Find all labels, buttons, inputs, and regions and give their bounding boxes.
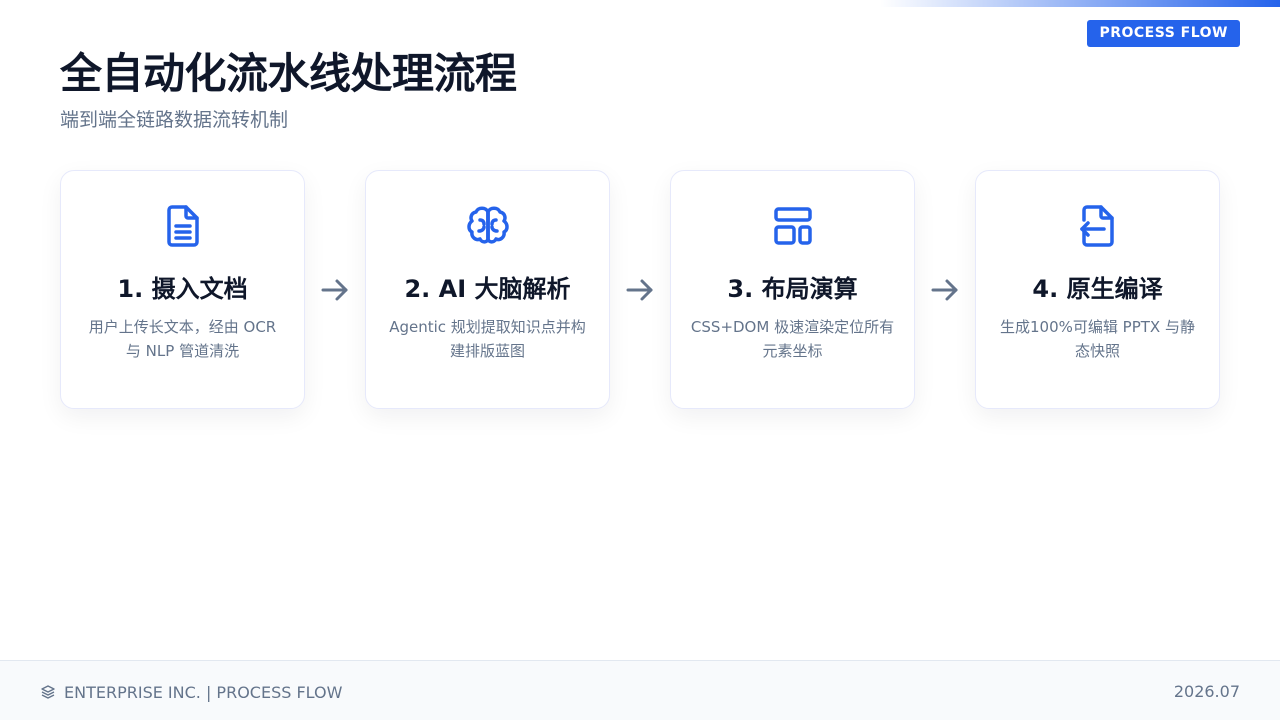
step-title: 1. 摄入文档 <box>117 275 248 303</box>
layers-icon <box>40 684 56 700</box>
arrow-right-icon <box>319 274 351 306</box>
step-description: Agentic 规划提取知识点并构建排版蓝图 <box>389 318 586 360</box>
step-description: 生成100%可编辑 PPTX 与静态快照 <box>1000 318 1195 360</box>
step-description: 用户上传长文本，经由 OCR 与 NLP 管道清洗 <box>88 318 277 360</box>
process-flow-badge: PROCESS FLOW <box>1087 20 1240 47</box>
step-description: CSS+DOM 极速渲染定位所有元素坐标 <box>690 318 895 360</box>
step-card-2: 2. AI 大脑解析 Agentic 规划提取知识点并构建排版蓝图 <box>365 170 610 409</box>
step-card-1: 1. 摄入文档 用户上传长文本，经由 OCR 与 NLP 管道清洗 <box>60 170 305 409</box>
brain-icon <box>464 202 512 250</box>
footer-date: 2026.07 <box>1173 682 1240 701</box>
slide: PROCESS FLOW 全自动化流水线处理流程 端到端全链路数据流转机制 1.… <box>0 0 1280 720</box>
step-title: 2. AI 大脑解析 <box>404 275 571 303</box>
top-accent-bar <box>880 0 1280 7</box>
footer: ENTERPRISE INC. | PROCESS FLOW 2026.07 <box>0 660 1280 720</box>
arrow-right-icon <box>624 274 656 306</box>
step-card-3: 3. 布局演算 CSS+DOM 极速渲染定位所有元素坐标 <box>670 170 915 409</box>
file-export-icon <box>1074 202 1122 250</box>
arrow-right-icon <box>929 274 961 306</box>
page-subtitle: 端到端全链路数据流转机制 <box>60 109 289 131</box>
page-title: 全自动化流水线处理流程 <box>60 49 517 98</box>
step-title: 4. 原生编译 <box>1032 275 1163 303</box>
step-title: 3. 布局演算 <box>727 275 858 303</box>
footer-brand: ENTERPRISE INC. | PROCESS FLOW <box>40 680 342 704</box>
document-icon <box>159 202 207 250</box>
step-card-4: 4. 原生编译 生成100%可编辑 PPTX 与静态快照 <box>975 170 1220 409</box>
footer-company-text: ENTERPRISE INC. | PROCESS FLOW <box>64 682 343 702</box>
layout-icon <box>769 202 817 250</box>
